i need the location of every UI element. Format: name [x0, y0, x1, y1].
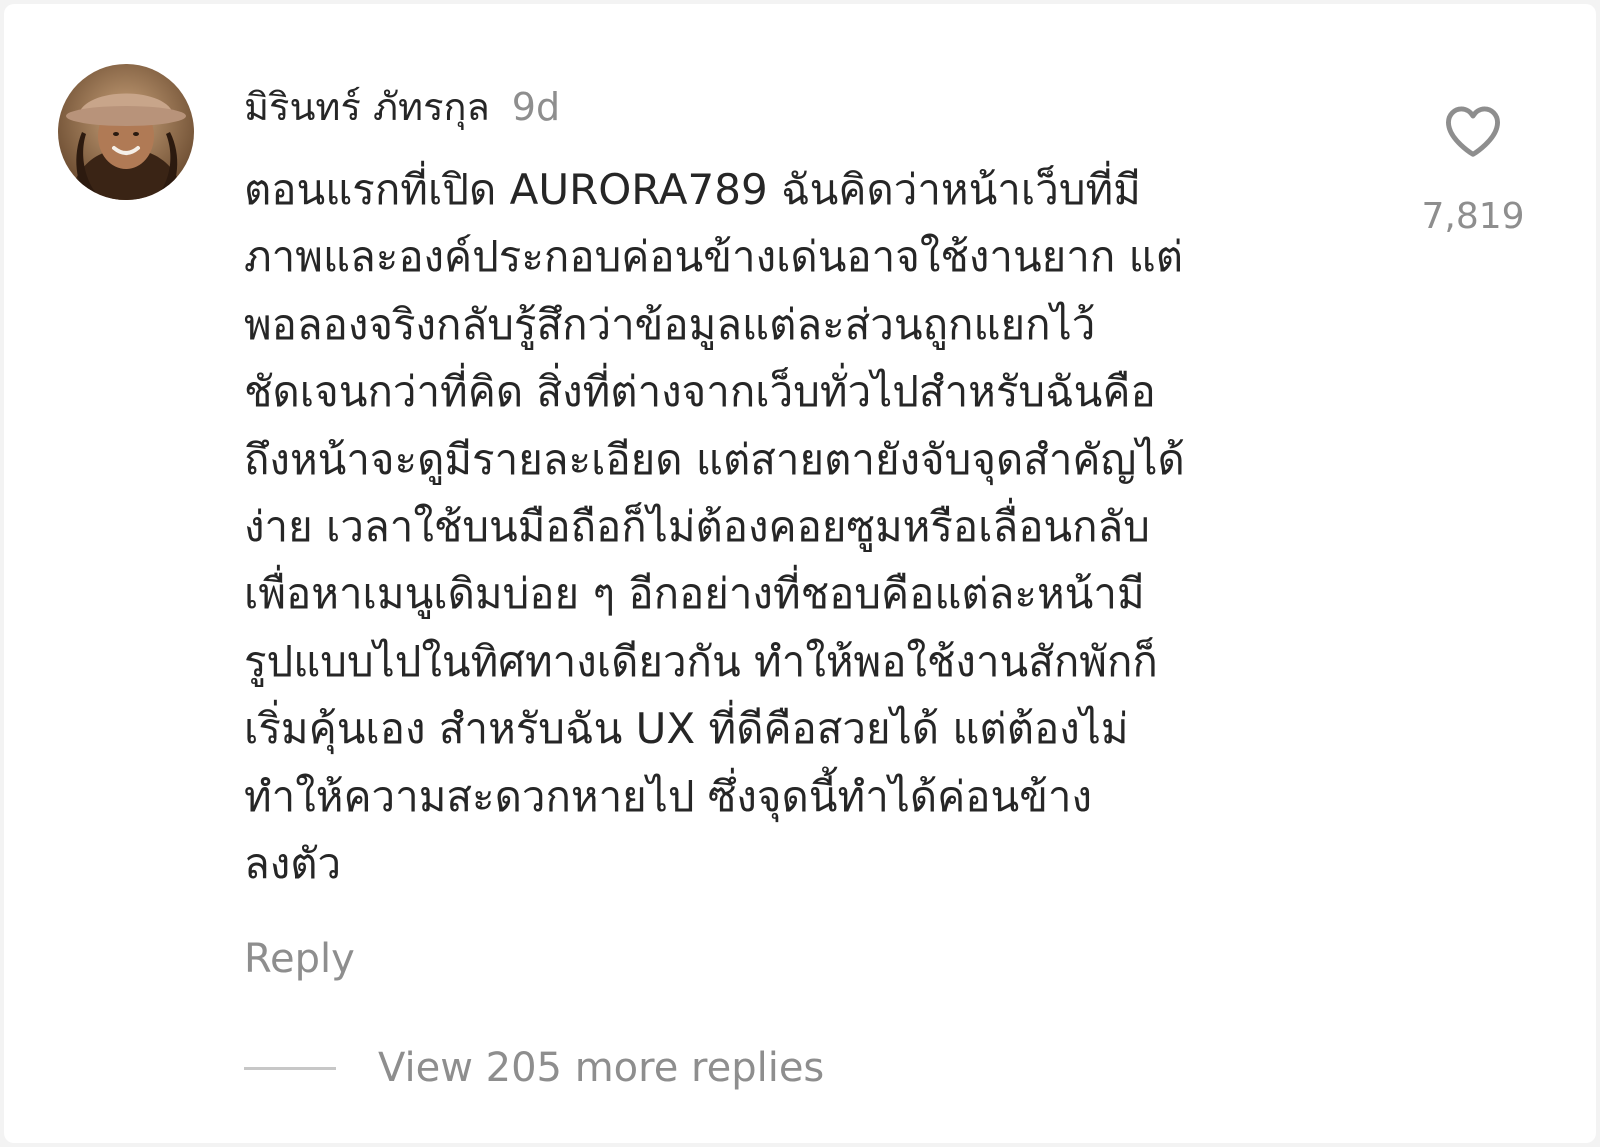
avatar-image [58, 64, 194, 200]
comment-line: เริ่มคุ้นเอง สำหรับฉัน UX ที่ดีคือสวยได้… [244, 704, 1129, 754]
view-replies-button[interactable]: View 205 more replies [244, 1040, 824, 1096]
comment-text: ตอนแรกที่เปิด AURORA789 ฉันคิดว่าหน้าเว็… [244, 156, 1364, 897]
comment-line: ทำให้ความสะดวกหายไป ซึ่งจุดนี้ทำได้ค่อนข… [244, 771, 1093, 821]
divider-line [244, 1066, 336, 1070]
comment-header: มิรินทร์ ภัทรกุล 9d [244, 76, 560, 132]
username[interactable]: มิรินทร์ ภัทรกุล [244, 76, 490, 137]
timestamp: 9d [511, 85, 561, 129]
comment-line: รูปแบบไปในทิศทางเดียวกัน ทำให้พอใช้งานสั… [244, 636, 1158, 686]
view-replies-label: View 205 more replies [378, 1045, 825, 1091]
like-button[interactable] [1428, 96, 1518, 166]
avatar[interactable] [58, 64, 194, 200]
comment-line: ง่าย เวลาใช้บนมือถือก็ไม่ต้องคอยซูมหรือเ… [244, 501, 1150, 551]
comment-line: ตอนแรกที่เปิด AURORA789 ฉันคิดว่าหน้าเว็… [244, 165, 1141, 214]
comment-line: ภาพและองค์ประกอบค่อนข้างเด่นอาจใช้งานยาก… [244, 232, 1183, 282]
reply-button[interactable]: Reply [244, 936, 355, 982]
comment-line: พอลองจริงกลับรู้สึกว่าข้อมูลแต่ละส่วนถูก… [244, 299, 1096, 349]
comment-line: ลงตัว [244, 838, 342, 888]
heart-outline-icon [1446, 106, 1500, 157]
comment-card: มิรินทร์ ภัทรกุล 9d ตอนแรกที่เปิด AURORA… [4, 4, 1596, 1143]
like-count: 7,819 [1421, 196, 1525, 237]
comment-line: ชัดเจนกว่าที่คิด สิ่งที่ต่างจากเว็บทั่วไ… [244, 367, 1156, 417]
comment-line: เพื่อหาเมนูเดิมบ่อย ๆ อีกอย่างที่ชอบคือแ… [244, 569, 1145, 619]
comment-line: ถึงหน้าจะดูมีรายละเอียด แต่สายตายังจับจุ… [244, 434, 1185, 484]
